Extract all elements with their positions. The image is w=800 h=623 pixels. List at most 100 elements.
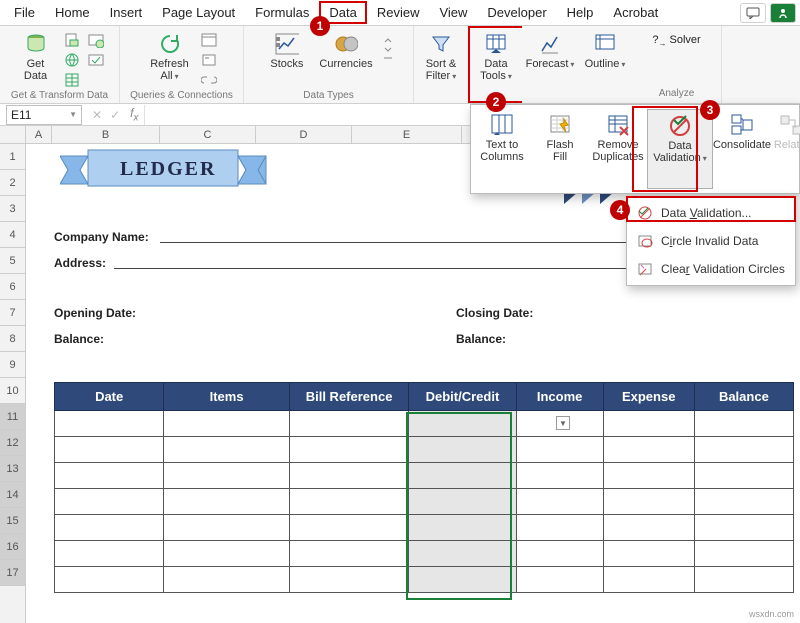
queries-icon[interactable]	[201, 32, 217, 48]
cancel-icon[interactable]: ✕	[88, 108, 106, 122]
ledger-banner: LEDGER	[60, 148, 280, 192]
table-row[interactable]	[55, 515, 794, 541]
col-B[interactable]: B	[52, 126, 160, 143]
tab-help[interactable]: Help	[557, 1, 604, 24]
forecast-button[interactable]: Forecast	[520, 30, 581, 72]
cell-dropdown-handle[interactable]: ▼	[556, 416, 570, 430]
group-data-types: Stocks Currencies Data Types	[244, 26, 414, 103]
row-6[interactable]: 6	[0, 274, 25, 300]
col-E[interactable]: E	[352, 126, 462, 143]
name-box-value: E11	[11, 108, 31, 122]
group-label-get-transform: Get & Transform Data	[11, 90, 108, 103]
menu-clear-circles[interactable]: Clear Validation Circles	[627, 255, 795, 283]
refresh-all-label: Refresh All	[150, 58, 189, 82]
circle-invalid-icon	[637, 233, 653, 249]
row-1[interactable]: 1	[0, 144, 25, 170]
col-C[interactable]: C	[160, 126, 256, 143]
row-3[interactable]: 3	[0, 196, 25, 222]
table-row[interactable]	[55, 411, 794, 437]
fx-icon[interactable]: fx	[124, 106, 144, 123]
th-bill-ref: Bill Reference	[289, 383, 408, 411]
enter-icon[interactable]: ✓	[106, 108, 124, 122]
tab-page-layout[interactable]: Page Layout	[152, 1, 245, 24]
row-4[interactable]: 4	[0, 222, 25, 248]
row-9[interactable]: 9	[0, 352, 25, 378]
row-5[interactable]: 5	[0, 248, 25, 274]
data-tools-button[interactable]: Data Tools	[474, 30, 518, 84]
table-row[interactable]	[55, 437, 794, 463]
tab-formulas[interactable]: Formulas	[245, 1, 319, 24]
data-validation-button[interactable]: Data Validation	[647, 109, 713, 189]
menu-circle-invalid[interactable]: Circle Invalid Data	[627, 227, 795, 255]
name-box[interactable]: E11 ▼	[6, 105, 82, 125]
relationships-button: Relatio	[771, 109, 800, 189]
col-A[interactable]: A	[26, 126, 52, 143]
table-row[interactable]	[55, 567, 794, 593]
group-queries: Refresh All Queries & Connections	[120, 26, 244, 103]
label-balance-2: Balance:	[456, 332, 506, 346]
from-web-icon[interactable]	[64, 52, 80, 68]
comment-icon	[746, 7, 760, 19]
row-12[interactable]: 12	[0, 430, 25, 456]
properties-icon[interactable]	[201, 52, 217, 68]
outline-button[interactable]: Outline	[579, 30, 632, 72]
table-header-row: Date Items Bill Reference Debit/Credit I…	[55, 383, 794, 411]
select-all-corner[interactable]	[0, 126, 26, 143]
menu-tabbar: File Home Insert Page Layout Formulas Da…	[0, 0, 800, 26]
database-icon	[24, 32, 48, 56]
relationships-icon	[779, 113, 800, 137]
comments-button[interactable]	[740, 3, 766, 23]
menu-data-validation-label: Data Validation...	[661, 206, 752, 220]
consolidate-icon	[730, 113, 754, 137]
text-to-columns-button[interactable]: Text to Columns	[473, 109, 531, 189]
tab-developer[interactable]: Developer	[477, 1, 556, 24]
row-14[interactable]: 14	[0, 482, 25, 508]
th-date: Date	[55, 383, 164, 411]
data-tools-panel: Text to Columns Flash Fill Remove Duplic…	[470, 104, 800, 194]
row-13[interactable]: 13	[0, 456, 25, 482]
recent-sources-icon[interactable]	[88, 32, 104, 48]
table-row[interactable]	[55, 541, 794, 567]
clear-circles-icon	[637, 261, 653, 277]
row-10[interactable]: 10	[0, 378, 25, 404]
callout-2: 2	[486, 92, 506, 112]
stocks-button[interactable]: Stocks	[264, 30, 309, 72]
table-row[interactable]	[55, 463, 794, 489]
row-2[interactable]: 2	[0, 170, 25, 196]
from-table-icon[interactable]	[64, 72, 80, 88]
data-validation-menu: Data Validation... Circle Invalid Data C…	[626, 196, 796, 286]
row-11[interactable]: 11	[0, 404, 25, 430]
refresh-all-button[interactable]: Refresh All	[144, 30, 195, 84]
flash-fill-label: Flash Fill	[547, 139, 574, 163]
remove-duplicates-button[interactable]: Remove Duplicates	[589, 109, 647, 189]
currencies-button[interactable]: Currencies	[313, 30, 378, 72]
tab-file[interactable]: File	[4, 1, 45, 24]
edit-links-icon[interactable]	[201, 72, 217, 88]
group-outline: Outline	[578, 26, 632, 103]
row-15[interactable]: 15	[0, 508, 25, 534]
table-row[interactable]	[55, 489, 794, 515]
row-8[interactable]: 8	[0, 326, 25, 352]
th-debit-credit: Debit/Credit	[409, 383, 516, 411]
flash-fill-button[interactable]: Flash Fill	[531, 109, 589, 189]
data-validation-menu-icon	[637, 205, 653, 221]
consolidate-button[interactable]: Consolidate	[713, 109, 771, 189]
outline-icon	[593, 32, 617, 56]
solver-button[interactable]: ?→ Solver	[650, 30, 702, 52]
sort-filter-button[interactable]: Sort & Filter	[419, 30, 463, 84]
from-text-icon[interactable]	[64, 32, 80, 48]
tab-home[interactable]: Home	[45, 1, 100, 24]
share-button[interactable]	[770, 3, 796, 23]
col-D[interactable]: D	[256, 126, 352, 143]
tab-insert[interactable]: Insert	[100, 1, 153, 24]
row-16[interactable]: 16	[0, 534, 25, 560]
existing-conn-icon[interactable]	[88, 52, 104, 68]
row-7[interactable]: 7	[0, 300, 25, 326]
tab-acrobat[interactable]: Acrobat	[603, 1, 668, 24]
row-17[interactable]: 17	[0, 560, 25, 586]
tab-view[interactable]: View	[429, 1, 477, 24]
tab-review[interactable]: Review	[367, 1, 430, 24]
data-types-nav[interactable]	[383, 34, 393, 69]
get-data-button[interactable]: Get Data	[14, 30, 58, 84]
menu-data-validation[interactable]: Data Validation...	[627, 199, 795, 227]
